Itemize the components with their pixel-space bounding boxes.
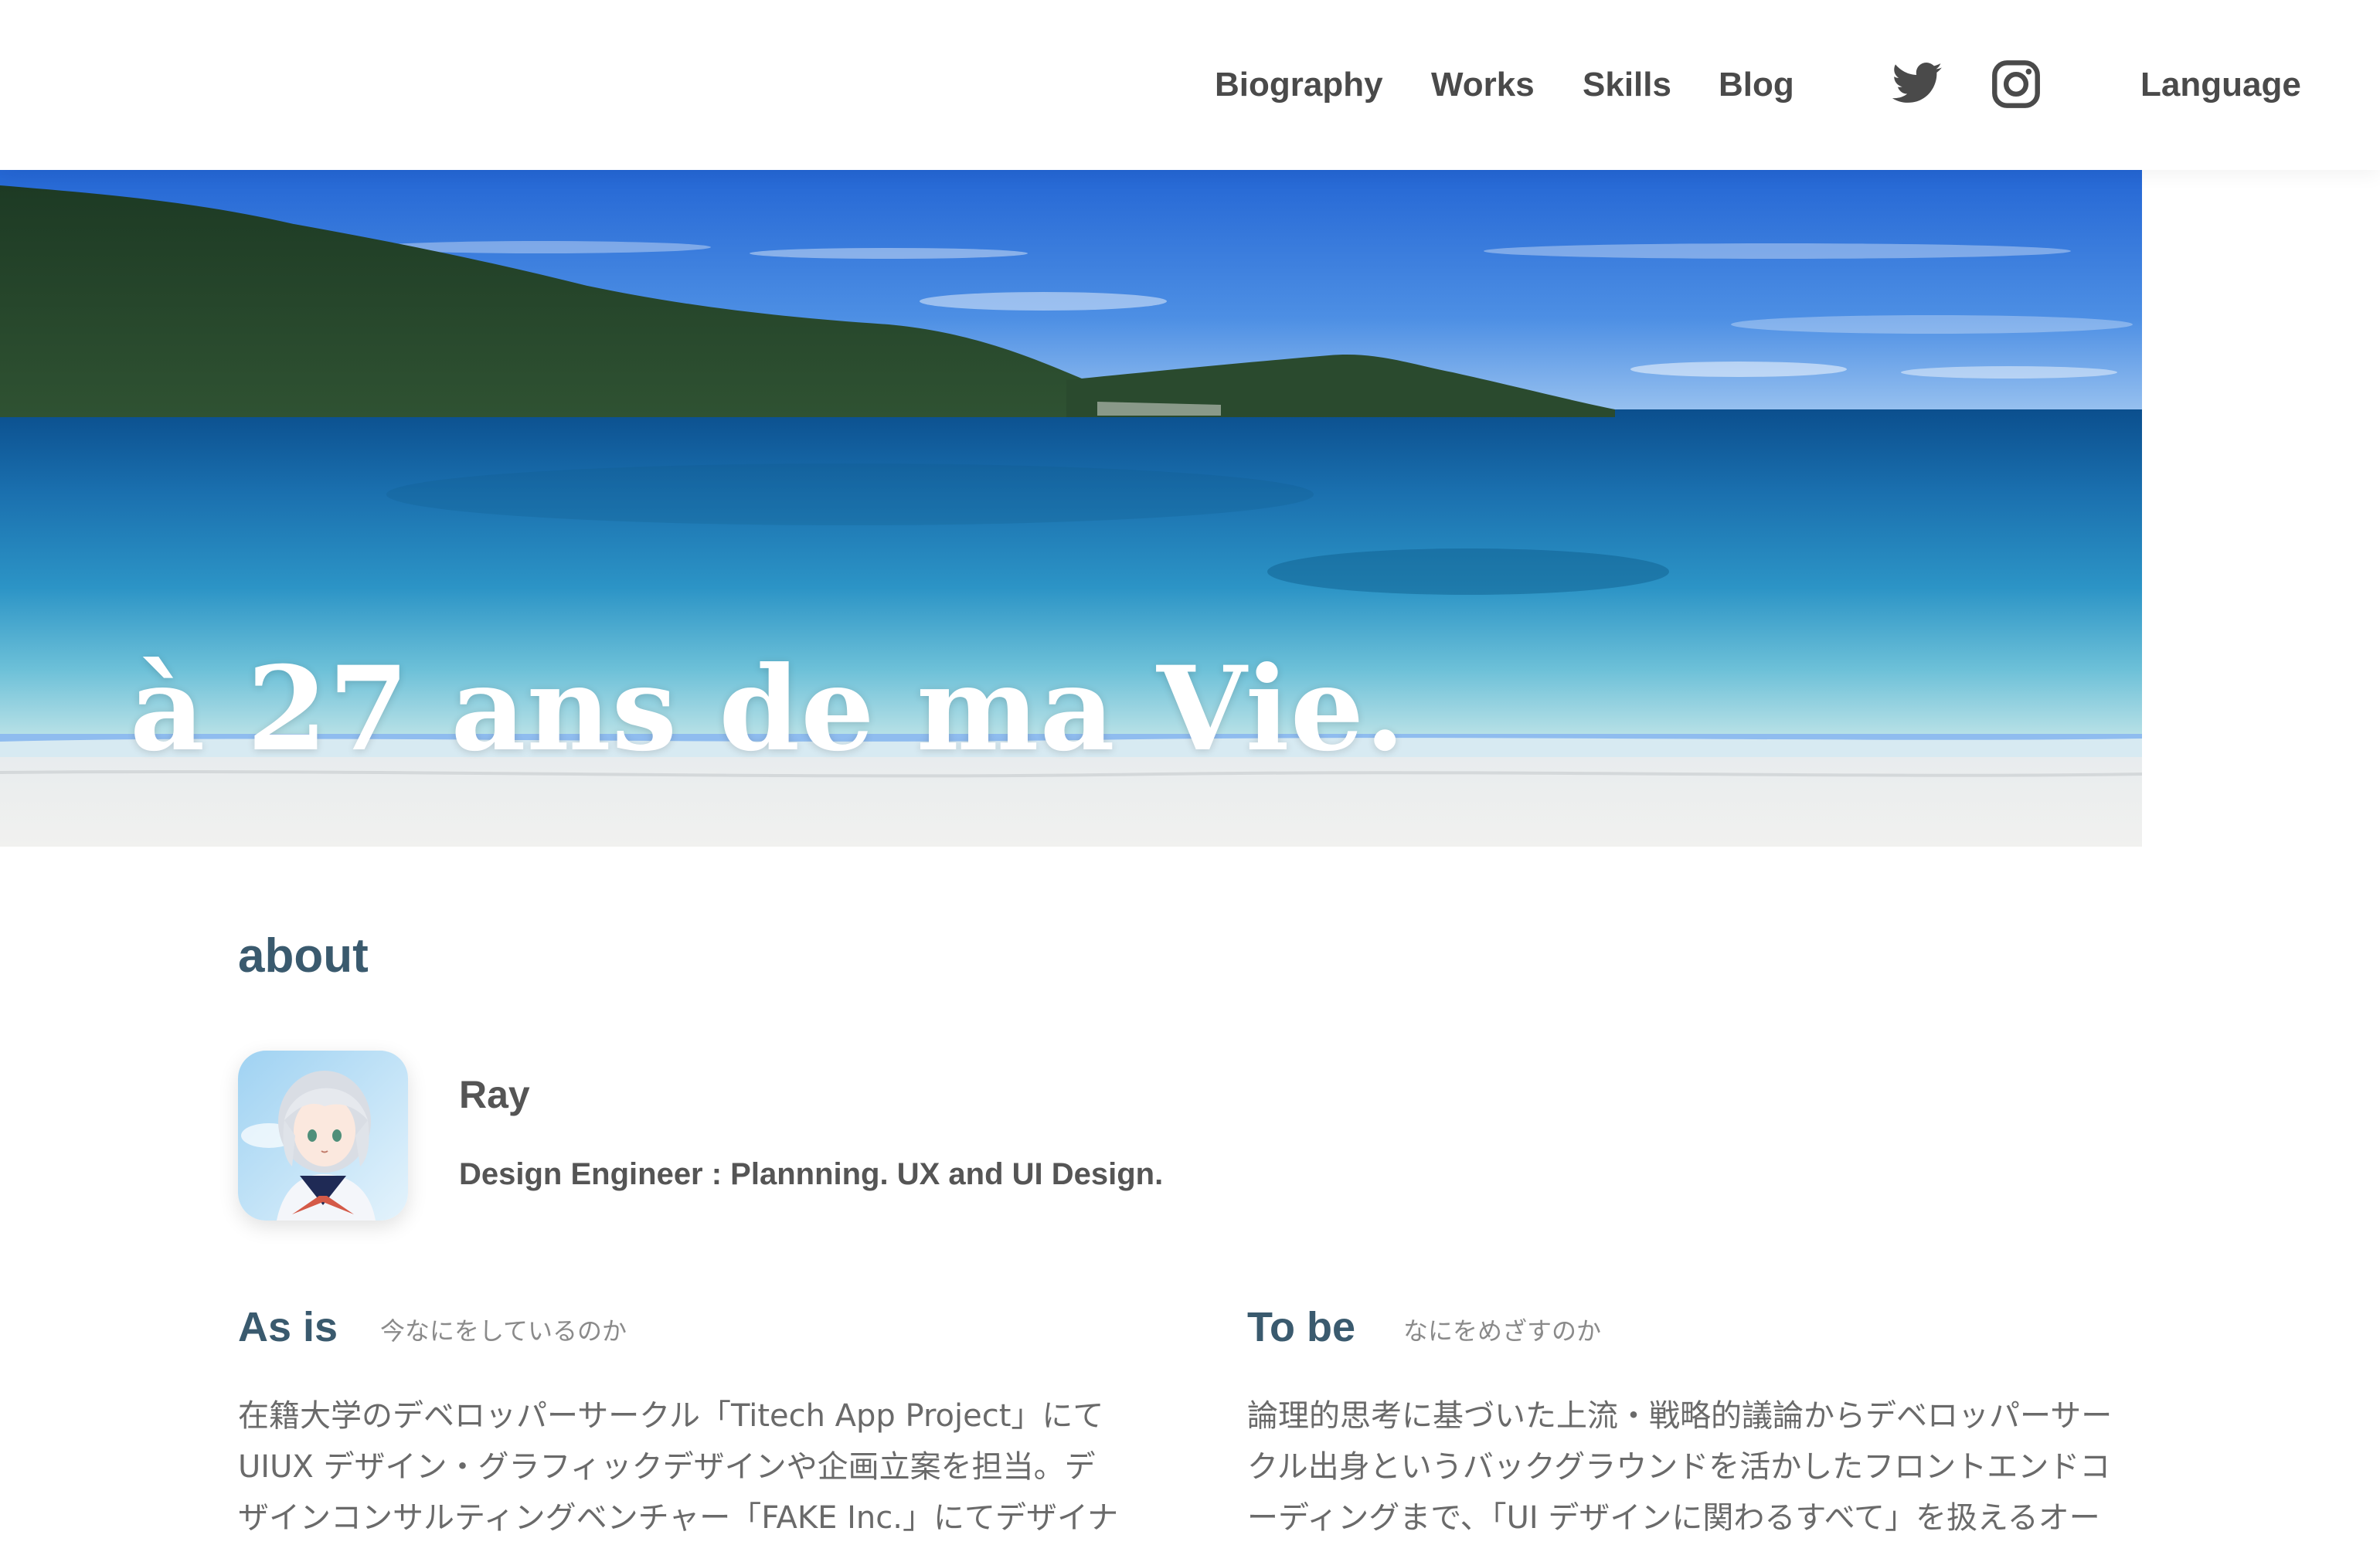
twitter-icon[interactable] [1890,57,1944,111]
nav-blog[interactable]: Blog [1719,62,1794,108]
language-button[interactable]: Language [2140,62,2301,108]
about-section-title: about [238,929,369,983]
avatar [238,1051,408,1221]
hero-title: à 27 ans de ma Vie. [130,641,1406,777]
as-is-subheading: 今なにをしているのか [380,1316,627,1346]
nav-skills[interactable]: Skills [1583,62,1671,108]
as-is-heading: As is [238,1304,338,1350]
profile-role: Design Engineer : Plannning. UX and UI D… [459,1157,1164,1191]
to-be-line: クル出身というバックグラウンドを活かしたフロントエンドコ [1247,1449,2111,1485]
as-is-body: 在籍大学のデベロッパーサークル「Titech App Project」にて UI… [238,1390,1150,1543]
site-header: Biography Works Skills Blog Language [0,0,2380,170]
avatar-illustration [238,1051,408,1221]
to-be-heading: To be [1247,1304,1355,1350]
to-be-body: 論理的思考に基づいた上流・戦略的議論からデベロッパーサー クル出身というバックグ… [1247,1390,2159,1543]
as-is-line: 在籍大学のデベロッパーサークル「Titech App Project」にて [238,1398,1104,1434]
nav-biography[interactable]: Biography [1215,62,1383,108]
to-be-line: ーディングまで、「UI デザインに関わるすべて」を扱えるオー [1247,1500,2100,1536]
to-be-line: 論理的思考に基づいた上流・戦略的議論からデベロッパーサー [1247,1398,2113,1434]
profile-name: Ray [459,1073,530,1116]
nav-works[interactable]: Works [1431,62,1535,108]
instagram-icon[interactable] [1989,57,2043,111]
as-is-line: ザインコンサルティングベンチャー「FAKE Inc.」にてデザイナ [238,1500,1119,1536]
hero-banner: à 27 ans de ma Vie. [0,170,2142,847]
as-is-line: UIUX デザイン・グラフィックデザインや企画立案を担当。デ [238,1449,1096,1485]
to-be-subheading: なにをめざすのか [1403,1316,1602,1346]
